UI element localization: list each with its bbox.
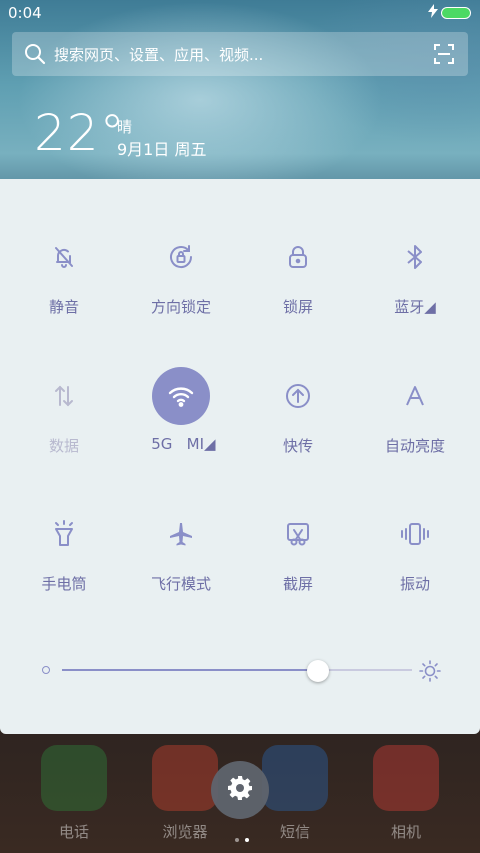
rotation-lock-icon: [152, 228, 210, 286]
weather-date: 9月1日 周五: [117, 140, 207, 159]
auto-brightness-icon: [386, 367, 444, 425]
toggle-label: 快传: [282, 437, 313, 455]
search-icon: [24, 43, 46, 69]
brightness-slider[interactable]: [42, 660, 442, 682]
brightness-thumb[interactable]: [306, 660, 329, 682]
brightness-high-icon: [419, 660, 441, 686]
toggle-label: 静音: [48, 298, 79, 316]
toggle-label: 振动: [399, 575, 430, 593]
status-bar: 0:04: [0, 0, 480, 28]
toggle-label: 锁屏: [282, 298, 313, 316]
brightness-low-icon: [42, 666, 50, 674]
bolt-icon: [428, 4, 438, 22]
page-indicator: [232, 827, 252, 846]
settings-button[interactable]: [211, 761, 269, 819]
toggle-label: 蓝牙◢: [394, 298, 436, 316]
toggle-label: 方向锁定: [150, 298, 211, 316]
battery-icon: [441, 7, 471, 19]
bell-off-icon: [35, 228, 93, 286]
status-time: 0:04: [8, 4, 42, 22]
dock-app-label: 浏览器: [162, 823, 208, 841]
brightness-fill: [62, 669, 318, 671]
dock-app-label: 相机: [390, 823, 421, 841]
toggle-label: 飞行模式: [150, 575, 211, 593]
weather-temperature[interactable]: 22°: [34, 104, 126, 162]
airplane-icon: [152, 505, 210, 563]
toggle-label: 手电筒: [41, 575, 87, 593]
vibrate-icon: [386, 505, 444, 563]
page-dot: [235, 838, 239, 842]
flashlight-icon: [35, 505, 93, 563]
upload-circle-icon: [269, 367, 327, 425]
bluetooth-icon: [386, 228, 444, 286]
search-bar[interactable]: 搜索网页、设置、应用、视频...: [12, 32, 468, 76]
toggle-label: 数据: [48, 437, 79, 455]
dock-app-label: 短信: [279, 823, 310, 841]
weather-condition: 晴: [117, 118, 133, 136]
toggle-label: 截屏: [282, 575, 313, 593]
lock-icon: [269, 228, 327, 286]
toggle-label: 5G MI◢: [146, 435, 216, 453]
search-placeholder: 搜索网页、设置、应用、视频...: [54, 46, 264, 64]
toggle-label: 自动亮度: [384, 437, 445, 455]
gear-icon: [227, 775, 253, 805]
quick-settings-panel: 静音 方向锁定 锁屏 蓝牙◢ 数据 5G MI◢ 快传 自动亮度 手电筒 飞行模…: [0, 179, 480, 734]
globe-icon: [152, 745, 218, 811]
screenshot-icon: [269, 505, 327, 563]
dock-app-label: 电话: [58, 823, 89, 841]
page-dot-active: [245, 838, 249, 842]
data-arrows-icon: [35, 367, 93, 425]
scan-icon[interactable]: [434, 44, 454, 68]
camera-icon: [373, 745, 439, 811]
wifi-icon: [152, 367, 210, 425]
phone-icon: [41, 745, 107, 811]
message-icon: [262, 745, 328, 811]
